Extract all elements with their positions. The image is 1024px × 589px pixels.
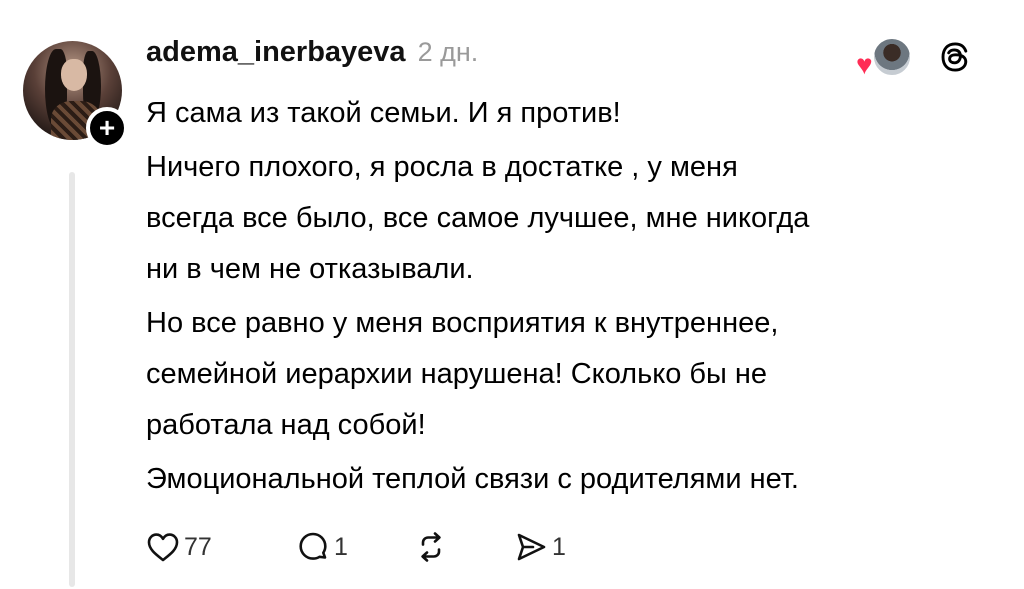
follow-button[interactable]: + [86, 107, 128, 149]
like-button[interactable]: 77 [146, 531, 296, 563]
heart-icon: ♥ [856, 49, 873, 80]
post-line: Но все равно у меня восприятия к внутрен… [146, 307, 779, 339]
post-line: всегда все было, все самое лучшее, мне н… [146, 202, 810, 234]
send-icon [517, 533, 546, 561]
action-bar: 77 1 1 [146, 530, 566, 564]
share-button[interactable]: 1 [514, 530, 566, 564]
post-paragraph: Ничего плохого, я росла в достатке , у м… [146, 142, 996, 295]
comment-bubble-icon [299, 532, 327, 560]
reply-button[interactable]: 1 [296, 530, 414, 564]
repost-button[interactable] [414, 530, 514, 564]
like-count: 77 [184, 532, 212, 561]
post-line: работала над собой! [146, 409, 426, 441]
header-actions: ♥ [856, 37, 972, 80]
post-line: семейной иерархии нарушена! Сколько бы н… [146, 358, 768, 390]
thread-line [69, 172, 75, 587]
liked-by-avatar [872, 37, 912, 77]
post-line: Я сама из такой семьи. И я против! [146, 97, 621, 129]
liked-by-author[interactable]: ♥ [856, 37, 912, 80]
post-header: adema_inerbayeva 2 дн. [146, 36, 478, 69]
threads-logo-icon[interactable] [938, 40, 972, 74]
post-paragraph: Эмоциональной теплой связи с родителями … [146, 454, 996, 505]
reply-count: 1 [334, 532, 348, 561]
post-paragraph: Но все равно у меня восприятия к внутрен… [146, 298, 996, 451]
repost-arrows-icon [421, 532, 441, 562]
post-body: Я сама из такой семьи. И я против! Ничег… [146, 88, 996, 505]
heart-outline-icon [147, 533, 179, 562]
post-line: Эмоциональной теплой связи с родителями … [146, 463, 799, 495]
share-count: 1 [552, 532, 566, 561]
timestamp: 2 дн. [417, 37, 479, 67]
username[interactable]: adema_inerbayeva [146, 36, 406, 69]
post-line: Ничего плохого, я росла в достатке , у м… [146, 151, 738, 183]
post-line: ни в чем не отказывали. [146, 253, 474, 285]
post-paragraph: Я сама из такой семьи. И я против! [146, 88, 996, 139]
